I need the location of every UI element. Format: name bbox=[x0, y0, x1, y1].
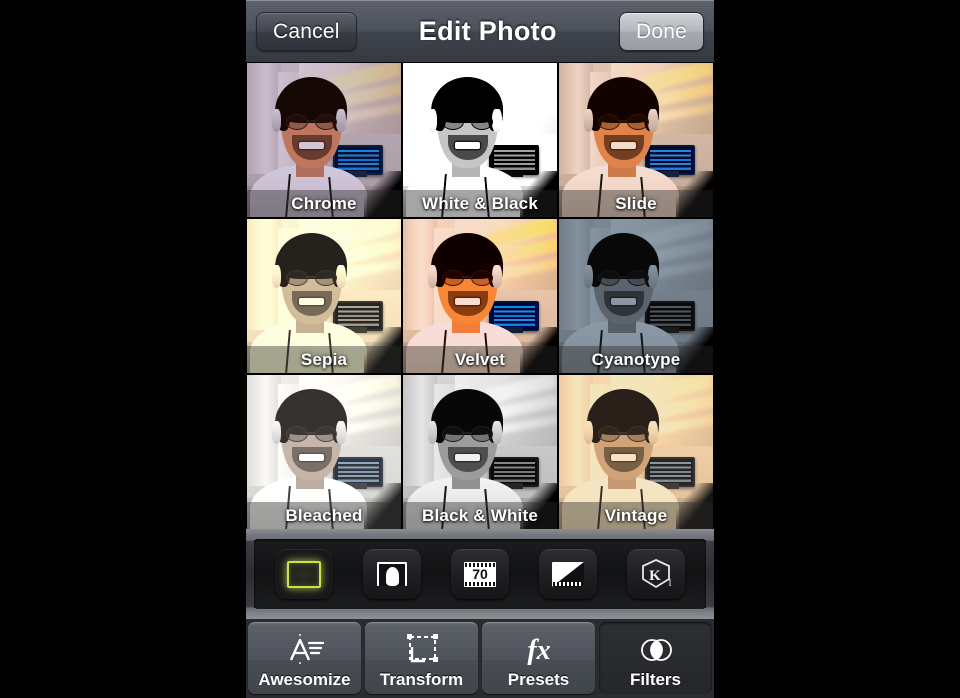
square-frame-icon bbox=[287, 560, 321, 588]
svg-text:fx: fx bbox=[527, 635, 550, 666]
film-strip-toolbar: 70 K I bbox=[246, 529, 714, 619]
tab-label: Filters bbox=[629, 670, 682, 689]
page-title: Edit Photo bbox=[418, 15, 557, 46]
tab-label: Awesomize bbox=[258, 670, 351, 689]
tool-kodak-shield-button[interactable]: K I bbox=[627, 549, 685, 599]
crop-icon bbox=[400, 631, 444, 669]
navigation-bar: Cancel Edit Photo Done bbox=[246, 0, 714, 62]
screenshot-canvas: Cancel Edit Photo Done Chrome White & Bla… bbox=[0, 0, 960, 698]
film-number-label: 70 bbox=[472, 566, 488, 582]
filter-label: Bleached bbox=[247, 502, 401, 529]
filter-thumbnail-chrome[interactable]: Chrome bbox=[247, 63, 401, 217]
filter-label: White & Black bbox=[403, 190, 557, 217]
filter-thumbnail-vintage[interactable]: Vintage bbox=[559, 375, 713, 529]
filter-label: Cyanotype bbox=[559, 346, 713, 373]
tool-tone-curve-button[interactable] bbox=[539, 549, 597, 599]
bottom-tab-bar: AwesomizeTransformfxPresetsFiltersText bbox=[246, 619, 714, 698]
overlap-circles-icon bbox=[634, 631, 678, 669]
filter-label: Velvet bbox=[403, 346, 557, 373]
filter-grid: Chrome White & Black Slide Sepia Velvet Cyano… bbox=[246, 62, 714, 529]
svg-text:K: K bbox=[649, 568, 661, 584]
tool-portrait-button[interactable] bbox=[363, 549, 421, 599]
phone-screen: Cancel Edit Photo Done Chrome White & Bla… bbox=[246, 0, 714, 698]
filter-thumbnail-cyanotype[interactable]: Cyanotype bbox=[559, 219, 713, 373]
fx-icon: fx bbox=[517, 631, 561, 669]
tab-awesomize[interactable]: Awesomize bbox=[248, 622, 361, 694]
filter-label: Slide bbox=[559, 190, 713, 217]
tab-label: Presets bbox=[507, 670, 570, 689]
filter-label: Sepia bbox=[247, 346, 401, 373]
portrait-icon bbox=[377, 562, 407, 586]
film-strip-inner: 70 K I bbox=[254, 539, 706, 609]
tone-curve-icon bbox=[552, 561, 584, 587]
filter-thumbnail-whiteblack[interactable]: White & Black bbox=[403, 63, 557, 217]
done-button[interactable]: Done bbox=[618, 11, 704, 51]
svg-text:I: I bbox=[669, 578, 672, 588]
filter-thumbnail-blackwhite[interactable]: Black & White bbox=[403, 375, 557, 529]
filter-label: Vintage bbox=[559, 502, 713, 529]
tool-square-frame-button[interactable] bbox=[275, 549, 333, 599]
tab-presets[interactable]: fx Presets bbox=[482, 622, 595, 694]
filter-thumbnail-sepia[interactable]: Sepia bbox=[247, 219, 401, 373]
filter-label: Black & White bbox=[403, 502, 557, 529]
filter-thumbnail-slide[interactable]: Slide bbox=[559, 63, 713, 217]
filter-thumbnail-bleached[interactable]: Bleached bbox=[247, 375, 401, 529]
filter-thumbnail-velvet[interactable]: Velvet bbox=[403, 219, 557, 373]
film-frame-icon: 70 bbox=[464, 561, 496, 587]
filter-label: Chrome bbox=[247, 190, 401, 217]
tab-label: Transform bbox=[379, 670, 464, 689]
tool-film-frame-button[interactable]: 70 bbox=[451, 549, 509, 599]
tab-transform[interactable]: Transform bbox=[365, 622, 478, 694]
kodak-shield-icon: K I bbox=[639, 558, 673, 590]
magic-wand-icon bbox=[283, 631, 327, 669]
cancel-button[interactable]: Cancel bbox=[256, 11, 357, 51]
tab-filters[interactable]: Filters bbox=[599, 622, 712, 694]
